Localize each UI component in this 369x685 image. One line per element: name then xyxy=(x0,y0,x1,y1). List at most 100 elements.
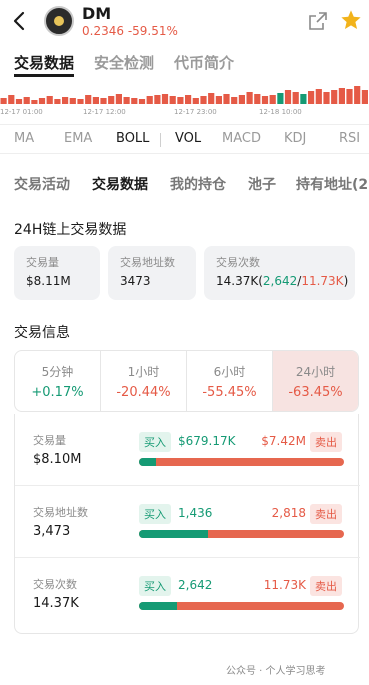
volume-bar xyxy=(200,96,207,104)
period-label: 6小时 xyxy=(213,365,246,379)
period-value: -20.44% xyxy=(116,385,171,400)
volume-bar xyxy=(85,95,92,104)
volume-bar xyxy=(31,100,38,104)
card-label: 交易地址数 xyxy=(120,256,175,269)
volume-bar xyxy=(323,92,330,104)
row-label: 交易地址数 xyxy=(33,506,88,519)
period-tab-6h[interactable]: 6小时 -55.45% xyxy=(187,351,273,411)
subtab-holder-addresses[interactable]: 持有地址(2 xyxy=(296,174,368,194)
buy-badge: 买入 xyxy=(139,504,171,524)
period-value: +0.17% xyxy=(31,385,84,400)
time-label: 12-18 10:00 xyxy=(259,108,302,116)
row-label: 交易量 xyxy=(33,434,66,447)
buy-ratio-fill xyxy=(139,602,177,610)
indicator-macd[interactable]: MACD xyxy=(222,131,261,146)
card-label: 交易次数 xyxy=(216,256,260,269)
volume-bar xyxy=(161,94,169,104)
trade-info-title: 交易信息 xyxy=(14,325,70,341)
volume-bar xyxy=(261,96,269,104)
sell-value: 2,818 xyxy=(271,506,306,520)
buy-value: $679.17K xyxy=(178,434,236,448)
volume-bar xyxy=(92,97,99,104)
volume-bar xyxy=(254,94,261,104)
volume-bar xyxy=(77,99,84,104)
sell-value: $7.42M xyxy=(261,434,306,448)
tab-trade-data[interactable]: 交易数据 xyxy=(14,52,74,73)
stat-card-volume: 交易量 $8.11M xyxy=(14,246,100,300)
tab-token-intro[interactable]: 代币简介 xyxy=(174,52,234,73)
indicator-kdj[interactable]: KDJ xyxy=(284,131,306,146)
indicator-ma[interactable]: MA xyxy=(14,131,34,146)
stat-card-addresses: 交易地址数 3473 xyxy=(108,246,196,300)
buy-badge: 买入 xyxy=(139,432,171,452)
volume-bar xyxy=(192,98,199,104)
back-arrow-icon[interactable] xyxy=(10,10,30,32)
volume-bar xyxy=(346,89,353,104)
period-label: 5分钟 xyxy=(41,365,74,379)
period-tab-24h[interactable]: 24小时 -63.45% xyxy=(273,351,358,411)
volume-bar xyxy=(338,88,345,104)
indicator-boll[interactable]: BOLL xyxy=(116,131,149,146)
indicator-row: MA EMA BOLL VOL MACD KDJ RSI xyxy=(0,124,369,154)
active-tab-indicator xyxy=(14,74,74,77)
buy-sell-ratio-bar xyxy=(139,458,344,466)
tx-total: 14.37K xyxy=(216,274,259,288)
volume-bar xyxy=(215,96,222,104)
period-label: 24小时 xyxy=(295,365,336,379)
row-value: 3,473 xyxy=(33,524,71,539)
price-value: 0.2346 xyxy=(82,24,124,38)
coin-logo xyxy=(44,6,74,36)
volume-bar xyxy=(238,95,245,104)
indicator-vol[interactable]: VOL xyxy=(175,131,201,146)
volume-bar xyxy=(0,98,7,104)
volume-bar xyxy=(23,97,30,104)
volume-bar xyxy=(315,89,322,104)
price-line: 0.2346 -59.51% xyxy=(82,24,178,38)
volume-bar xyxy=(123,97,130,104)
volume-bar xyxy=(138,99,146,104)
time-label: 12-17 23:00 xyxy=(174,108,217,116)
row-value: $8.10M xyxy=(33,452,82,467)
buy-value: 1,436 xyxy=(178,506,213,520)
detail-row-addresses: 交易地址数 3,473 买入 1,436 2,818 卖出 xyxy=(15,486,360,558)
tab-security-check[interactable]: 安全检测 xyxy=(94,52,154,73)
volume-bar xyxy=(300,94,307,104)
favorite-star-icon[interactable] xyxy=(340,9,362,31)
volume-bar xyxy=(231,97,238,104)
indicator-ema[interactable]: EMA xyxy=(64,131,92,146)
subtab-pools[interactable]: 池子 xyxy=(248,174,276,194)
indicator-divider xyxy=(160,133,161,147)
watermark: 公众号 · 个人学习思考 xyxy=(226,666,326,677)
row-value: 14.37K xyxy=(33,596,79,611)
card-value: $8.11M xyxy=(26,274,71,288)
detail-row-volume: 交易量 $8.10M 买入 $679.17K $7.42M 卖出 xyxy=(15,414,360,486)
tx-buy: 2,642 xyxy=(262,274,298,288)
period-value: -63.45% xyxy=(288,385,343,400)
share-icon[interactable] xyxy=(308,11,328,31)
indicator-rsi[interactable]: RSI xyxy=(339,131,360,146)
subtab-trade-data[interactable]: 交易数据 xyxy=(92,174,148,194)
volume-bar xyxy=(361,90,368,104)
volume-bar xyxy=(269,95,276,104)
volume-bar xyxy=(284,90,292,104)
subtab-trade-activity[interactable]: 交易活动 xyxy=(14,174,70,194)
volume-bar xyxy=(331,90,338,104)
subtab-my-holdings[interactable]: 我的持仓 xyxy=(170,174,226,194)
volume-bar xyxy=(308,91,315,104)
onchain-title: 24H链上交易数据 xyxy=(14,222,127,238)
buy-badge: 买入 xyxy=(139,576,171,596)
volume-bar xyxy=(246,92,253,104)
buy-sell-ratio-bar xyxy=(139,602,344,610)
period-tabs: 5分钟 +0.17% 1小时 -20.44% 6小时 -55.45% 24小时 … xyxy=(14,350,359,412)
volume-bar xyxy=(154,95,161,104)
card-value: 3473 xyxy=(120,274,151,288)
time-label: 12-17 12:00 xyxy=(83,108,126,116)
card-value: 14.37K(2,642/11.73K) xyxy=(216,274,349,288)
period-tab-5m[interactable]: 5分钟 +0.17% xyxy=(15,351,101,411)
volume-bar xyxy=(115,94,122,104)
period-tab-1h[interactable]: 1小时 -20.44% xyxy=(101,351,187,411)
volume-bar xyxy=(277,93,284,104)
buy-ratio-fill xyxy=(139,458,157,466)
volume-bar xyxy=(69,98,76,104)
sell-badge: 卖出 xyxy=(310,504,342,524)
